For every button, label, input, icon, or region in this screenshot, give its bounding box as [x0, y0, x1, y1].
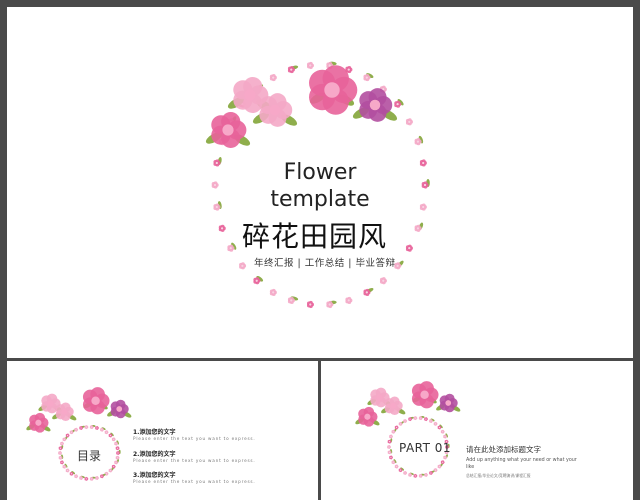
title-slide[interactable]: Flower template 碎花田园风 年终汇报 | 工作总结 | 毕业答辩 [7, 7, 633, 358]
toc-item-1-label: 1.添加您的文字 [133, 429, 176, 436]
small-flower [394, 425, 399, 430]
small-flower [389, 455, 393, 460]
small-flower [424, 417, 428, 422]
part-slide-thumbnail[interactable]: PART 01 请在此处添加标题文字 Add up anything what … [321, 361, 633, 500]
title-line-2: template [270, 187, 370, 212]
small-flower [419, 159, 427, 167]
title-line-1: Flower [283, 160, 357, 185]
small-flower [419, 203, 427, 211]
small-flower [60, 460, 64, 465]
small-flower [403, 470, 408, 475]
small-flower [115, 455, 120, 460]
small-flower [413, 416, 418, 421]
toc-item-1-desc: Please enter the text you want to expres… [133, 436, 256, 441]
small-flower [433, 421, 438, 426]
toc-item-2-label: 2.添加您的文字 [133, 451, 176, 458]
small-flower [403, 419, 408, 424]
small-flower [306, 61, 314, 70]
small-flower [218, 224, 226, 232]
small-flower [269, 288, 277, 297]
small-flower [115, 446, 120, 451]
part-description: Add up anything what your need or what y… [466, 458, 577, 470]
small-flower [74, 427, 79, 432]
small-flower [345, 296, 353, 305]
small-flower [84, 476, 89, 481]
toc-item-2-desc: Please enter the text you want to expres… [133, 458, 256, 463]
small-flower [239, 262, 247, 270]
part-heading: 请在此处添加标题文字 [466, 445, 541, 454]
small-flower [405, 244, 413, 252]
small-flower [389, 434, 393, 439]
small-flower [440, 460, 445, 465]
small-flower [65, 433, 70, 438]
small-flower [95, 426, 99, 430]
toc-slide-thumbnail[interactable]: 目录 1.添加您的文字 Please enter the text you wa… [7, 361, 318, 500]
small-flower [95, 476, 99, 480]
small-flower [405, 118, 413, 126]
small-flower [424, 472, 428, 477]
small-flower [111, 437, 116, 442]
small-flower [269, 73, 277, 82]
small-flower [58, 451, 63, 455]
subtitle: 年终汇报 | 工作总结 | 毕业答辩 [254, 258, 396, 269]
small-flower [84, 425, 89, 430]
small-flower [379, 277, 387, 285]
toc-title: 目录 [77, 449, 102, 463]
part-title: PART 01 [399, 441, 452, 455]
title-chinese: 碎花田园风 [242, 220, 388, 253]
rose-flower [82, 387, 110, 415]
small-flower [413, 473, 418, 478]
small-flower [211, 181, 219, 189]
small-flower [387, 445, 392, 449]
small-flower [306, 300, 314, 309]
small-flower [60, 441, 64, 446]
part-small-text: 总结汇报/毕业论文/竞聘演讲/课程汇报 [466, 473, 531, 478]
toc-item-3-label: 3.添加您的文字 [133, 472, 176, 479]
small-flower [65, 468, 70, 473]
small-flower [104, 430, 109, 435]
small-flower [394, 464, 399, 469]
small-flower [74, 474, 79, 479]
small-flower [440, 429, 445, 434]
rose-flower [411, 381, 439, 409]
small-flower-wreath-illustration [355, 381, 461, 478]
toc-item-3-desc: Please enter the text you want to expres… [133, 479, 256, 484]
